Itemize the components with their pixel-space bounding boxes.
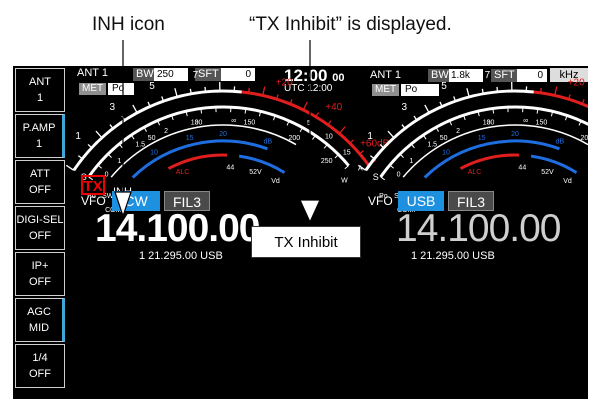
tx-callout-arrow [299, 199, 321, 224]
callout-lines [114, 40, 321, 224]
inh-callout-arrow [114, 191, 132, 218]
